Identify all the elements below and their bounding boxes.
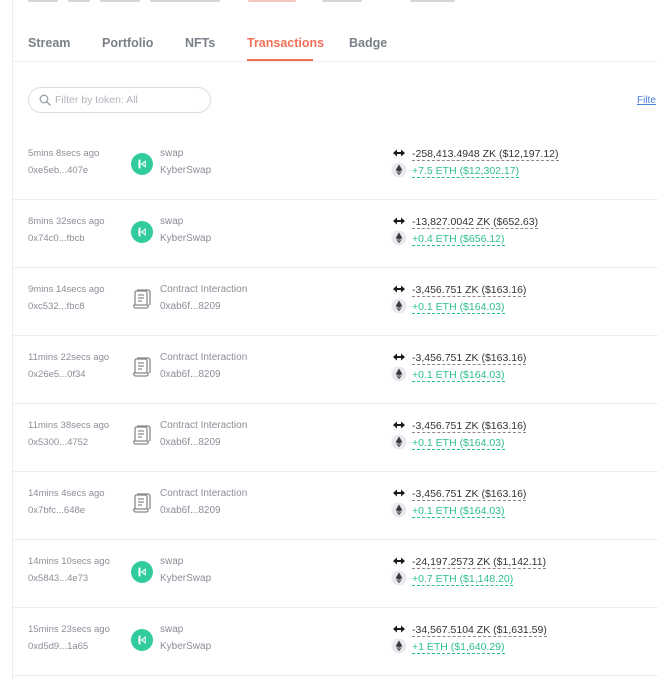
token-out-amount[interactable]: -13,827.0042 ZK ($652.63) (412, 216, 539, 229)
token-in-amount[interactable]: +1 ETH ($1,640.29) (412, 641, 505, 654)
tab-portfolio[interactable]: Portfolio (102, 36, 153, 50)
row-divider (12, 675, 658, 676)
tx-time: 11mins 22secs ago (28, 352, 110, 363)
transaction-row[interactable]: 11mins 22secs ago 0x26e5...0f34 Contract… (12, 336, 658, 404)
token-out-amount[interactable]: -3,456.751 ZK ($163.16) (412, 420, 527, 433)
tx-action: Contract Interaction (160, 284, 248, 295)
eth-diamond-icon (391, 366, 407, 382)
eth-diamond-icon (391, 570, 407, 586)
tx-hash-link[interactable]: 0x26e5...0f34 (28, 369, 86, 380)
tab-transactions[interactable]: Transactions (247, 36, 324, 50)
zk-token-icon (393, 149, 405, 157)
token-in-amount[interactable]: +0.1 ETH ($164.03) (412, 437, 505, 450)
token-in-amount[interactable]: +0.1 ETH ($164.03) (412, 369, 505, 382)
transaction-row[interactable]: 14mins 4secs ago 0x7bfc...648e Contract … (12, 472, 658, 540)
tx-time: 8mins 32secs ago (28, 216, 105, 227)
eth-diamond-icon (391, 162, 407, 178)
transaction-row[interactable]: 8mins 32secs ago 0x74c0...fbcb swap Kybe… (12, 200, 658, 268)
tx-target[interactable]: 0xab6f...8209 (160, 301, 221, 312)
tab-stream[interactable]: Stream (28, 36, 70, 50)
token-out-amount[interactable]: -34,567.5104 ZK ($1,631.59) (412, 624, 547, 637)
token-out-amount[interactable]: -258,413.4948 ZK ($12,197.12) (412, 148, 559, 161)
token-out-amount[interactable]: -3,456.751 ZK ($163.16) (412, 352, 527, 365)
eth-diamond-icon (391, 434, 407, 450)
transaction-row[interactable]: 15mins 23secs ago 0xd5d9...1a65 swap Kyb… (12, 608, 658, 676)
zk-token-icon (393, 625, 405, 633)
transaction-row[interactable]: 9mins 14secs ago 0xc532...fbc8 Contract … (12, 268, 658, 336)
tx-action: Contract Interaction (160, 488, 248, 499)
eth-diamond-icon (391, 230, 407, 246)
tx-time: 14mins 10secs ago (28, 556, 110, 567)
search-icon (39, 94, 51, 106)
tx-action: swap (160, 624, 184, 635)
tx-time: 11mins 38secs ago (28, 420, 110, 431)
token-out-amount[interactable]: -24,197.2573 ZK ($1,142.11) (412, 556, 547, 569)
tx-action: swap (160, 216, 184, 227)
eth-diamond-icon (391, 502, 407, 518)
token-out-amount[interactable]: -3,456.751 ZK ($163.16) (412, 284, 527, 297)
token-filter-search[interactable] (28, 87, 211, 113)
transaction-row[interactable]: 5mins 8secs ago 0xe5eb...407e swap Kyber… (12, 132, 658, 200)
contract-scroll-icon (133, 425, 151, 445)
token-in-amount[interactable]: +0.1 ETH ($164.03) (412, 505, 505, 518)
tx-hash-link[interactable]: 0xe5eb...407e (28, 165, 88, 176)
filter-link[interactable]: Filte (637, 95, 656, 106)
transaction-row[interactable]: 14mins 10secs ago 0x5843...4e73 swap Kyb… (12, 540, 658, 608)
tx-target[interactable]: KyberSwap (160, 641, 211, 652)
eth-diamond-icon (391, 298, 407, 314)
tx-action: swap (160, 556, 184, 567)
tab-nfts[interactable]: NFTs (185, 36, 215, 50)
tx-action: Contract Interaction (160, 352, 248, 363)
tx-target[interactable]: 0xab6f...8209 (160, 505, 221, 516)
zk-token-icon (393, 557, 405, 565)
tx-time: 5mins 8secs ago (28, 148, 100, 159)
tx-target[interactable]: 0xab6f...8209 (160, 437, 221, 448)
zk-token-icon (393, 217, 405, 225)
token-out-amount[interactable]: -3,456.751 ZK ($163.16) (412, 488, 527, 501)
tab-badge[interactable]: Badge (349, 36, 387, 50)
tx-hash-link[interactable]: 0xc532...fbc8 (28, 301, 85, 312)
token-in-amount[interactable]: +0.7 ETH ($1,148.20) (412, 573, 514, 586)
cropped-header-strip (0, 0, 658, 6)
zk-token-icon (393, 353, 405, 361)
zk-token-icon (393, 421, 405, 429)
tx-hash-link[interactable]: 0x5300...4752 (28, 437, 88, 448)
contract-scroll-icon (133, 493, 151, 513)
kyberswap-logo-icon (131, 561, 153, 583)
tx-time: 14mins 4secs ago (28, 488, 105, 499)
eth-diamond-icon (391, 638, 407, 654)
tx-hash-link[interactable]: 0x74c0...fbcb (28, 233, 85, 244)
zk-token-icon (393, 489, 405, 497)
kyberswap-logo-icon (131, 221, 153, 243)
kyberswap-logo-icon (131, 629, 153, 651)
tx-target[interactable]: KyberSwap (160, 233, 211, 244)
token-in-amount[interactable]: +0.4 ETH ($656.12) (412, 233, 505, 246)
kyberswap-logo-icon (131, 153, 153, 175)
tx-action: swap (160, 148, 184, 159)
token-in-amount[interactable]: +0.1 ETH ($164.03) (412, 301, 505, 314)
tx-target[interactable]: KyberSwap (160, 573, 211, 584)
tx-hash-link[interactable]: 0x5843...4e73 (28, 573, 88, 584)
search-input[interactable] (55, 92, 205, 108)
zk-token-icon (393, 285, 405, 293)
transaction-row[interactable]: 11mins 38secs ago 0x5300...4752 Contract… (12, 404, 658, 472)
tx-hash-link[interactable]: 0x7bfc...648e (28, 505, 85, 516)
contract-scroll-icon (133, 357, 151, 377)
tx-time: 9mins 14secs ago (28, 284, 105, 295)
contract-scroll-icon (133, 289, 151, 309)
tx-target[interactable]: 0xab6f...8209 (160, 369, 221, 380)
tx-time: 15mins 23secs ago (28, 624, 110, 635)
token-in-amount[interactable]: +7.5 ETH ($12,302.17) (412, 165, 520, 178)
tabs-divider (12, 61, 658, 62)
tx-target[interactable]: KyberSwap (160, 165, 211, 176)
tx-hash-link[interactable]: 0xd5d9...1a65 (28, 641, 88, 652)
tx-action: Contract Interaction (160, 420, 248, 431)
